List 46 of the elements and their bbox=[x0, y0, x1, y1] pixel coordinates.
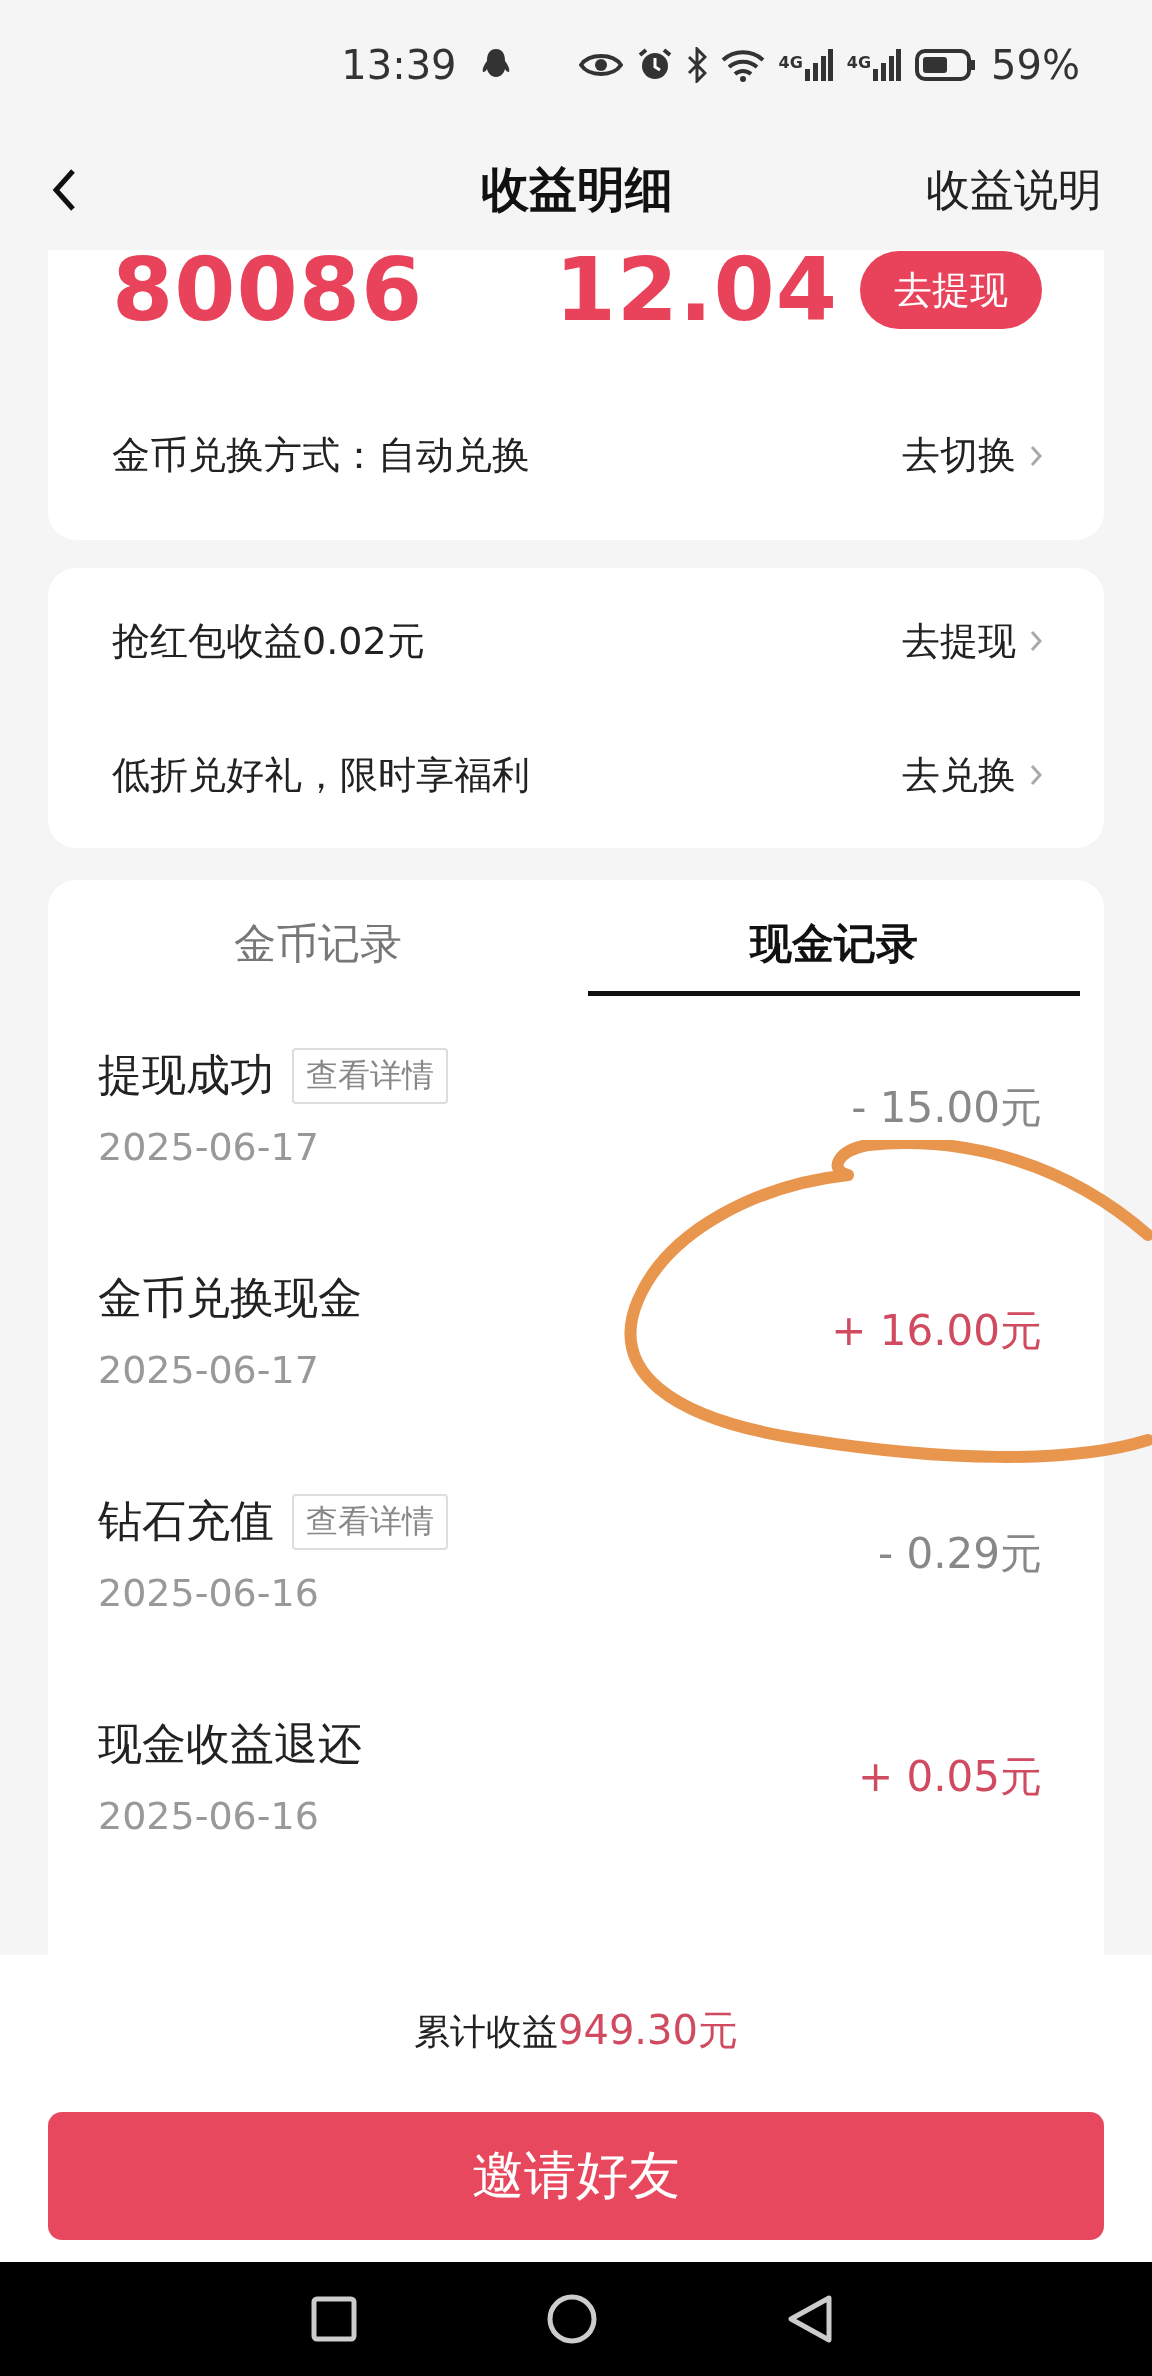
details-button[interactable]: 查看详情 bbox=[292, 1047, 448, 1104]
action-link[interactable]: 去提现 bbox=[902, 615, 1042, 667]
withdraw-button[interactable]: 去提现 bbox=[860, 251, 1042, 329]
signal-icon bbox=[804, 49, 833, 81]
record-amount: + 16.00元 bbox=[831, 1304, 1042, 1357]
wifi-icon bbox=[720, 48, 765, 82]
exchange-mode-label: 金币兑换方式：自动兑换 bbox=[112, 432, 530, 479]
record-date: 2025-06-16 bbox=[98, 1571, 320, 1615]
page-title: 收益明细 bbox=[481, 160, 673, 219]
bluetooth-icon bbox=[686, 47, 707, 83]
earnings-info-link[interactable]: 收益说明 bbox=[926, 160, 1102, 220]
clock-time: 13:39 bbox=[341, 42, 457, 88]
coin-balance: 80086 bbox=[112, 250, 424, 330]
record-date: 2025-06-16 bbox=[98, 1794, 320, 1838]
total-earnings-label: 累计收益 bbox=[414, 2011, 558, 2052]
battery-icon bbox=[915, 49, 978, 81]
eye-icon bbox=[578, 51, 623, 79]
recent-apps-icon[interactable] bbox=[311, 2296, 357, 2342]
home-icon[interactable] bbox=[547, 2294, 597, 2344]
back-icon[interactable] bbox=[52, 168, 76, 212]
chevron-icon bbox=[1030, 630, 1042, 652]
signal-icon bbox=[873, 49, 902, 81]
record-tab[interactable]: 金币记录 bbox=[72, 880, 564, 996]
record-title: 钻石充值 bbox=[98, 1494, 274, 1548]
record-tab[interactable]: 现金记录 bbox=[588, 880, 1080, 996]
invite-button[interactable]: 邀请好友 bbox=[48, 2112, 1104, 2240]
total-earnings-value: 949.30元 bbox=[558, 2007, 738, 2053]
record-title: 提现成功 bbox=[98, 1048, 274, 1102]
chevron-icon bbox=[1030, 764, 1042, 786]
record-date: 2025-06-17 bbox=[98, 1348, 320, 1392]
record-title: 金币兑换现金 bbox=[98, 1271, 362, 1325]
record-date: 2025-06-17 bbox=[98, 1125, 320, 1169]
cash-balance: 12.04 bbox=[554, 250, 838, 330]
promo-label: 抢红包收益0.02元 bbox=[112, 617, 425, 665]
switch-link[interactable]: 去切换 bbox=[902, 430, 1042, 481]
record-amount: - 15.00元 bbox=[851, 1081, 1042, 1134]
battery-level: 59% bbox=[991, 42, 1080, 88]
chevron-icon bbox=[1030, 444, 1042, 467]
network-type: 4G bbox=[778, 53, 803, 72]
network-type: 4G bbox=[846, 53, 872, 72]
details-button[interactable]: 查看详情 bbox=[292, 1493, 448, 1550]
promo-label: 低折兑好礼，限时享福利 bbox=[112, 751, 530, 799]
record-amount: + 0.05元 bbox=[857, 1750, 1042, 1803]
record-title: 现金收益退还 bbox=[98, 1717, 362, 1771]
action-link[interactable]: 去兑换 bbox=[902, 749, 1042, 801]
record-amount: - 0.29元 bbox=[877, 1527, 1042, 1580]
